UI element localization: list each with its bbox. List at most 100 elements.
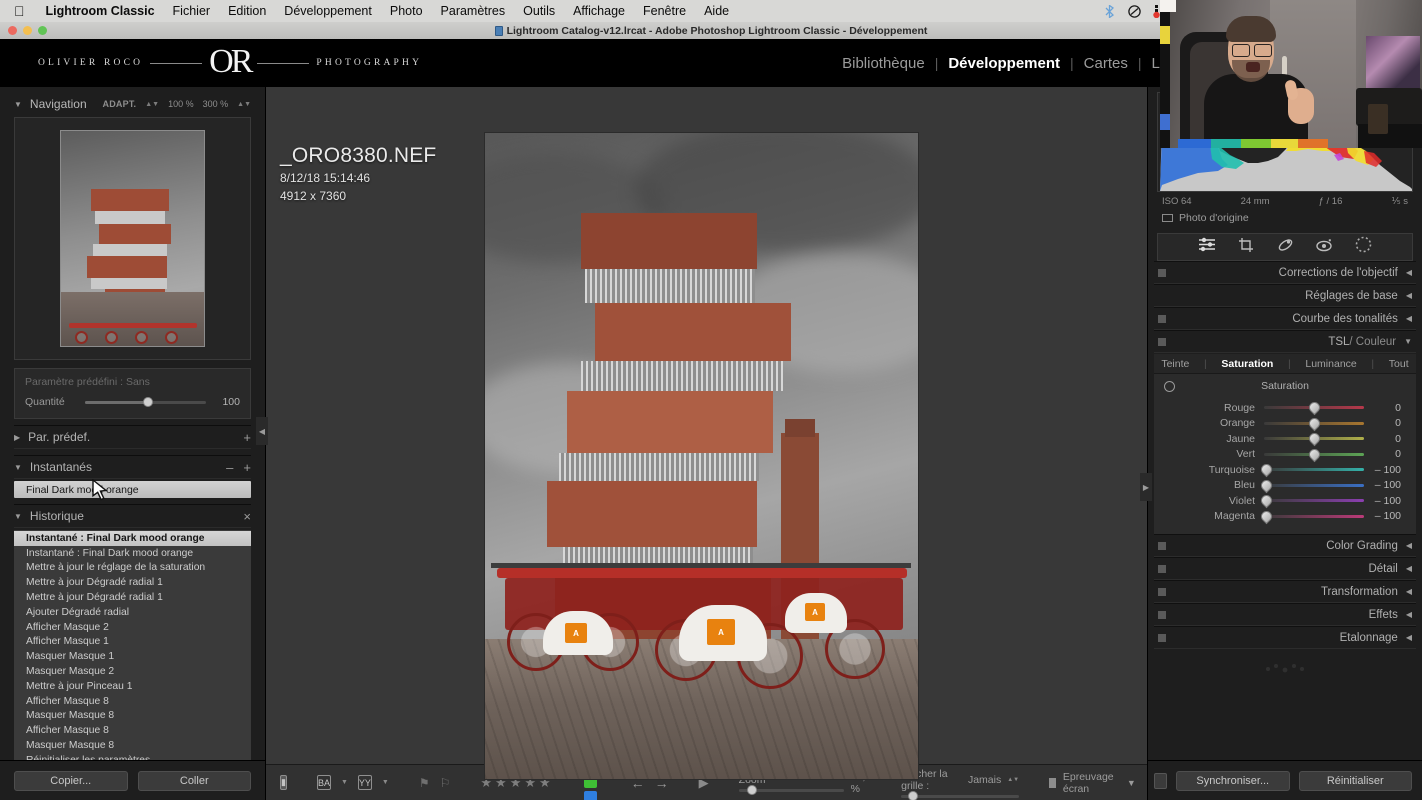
tab-teinte[interactable]: Teinte bbox=[1161, 358, 1189, 370]
module-cartes[interactable]: Cartes bbox=[1074, 55, 1138, 72]
menu-item-parametres[interactable]: Paramètres bbox=[432, 4, 515, 18]
main-photo[interactable]: A A A bbox=[485, 133, 918, 779]
amount-slider-knob[interactable] bbox=[142, 397, 153, 407]
plus-icon[interactable]: + bbox=[243, 430, 251, 445]
panel-switch[interactable] bbox=[1158, 337, 1166, 346]
snapshots-section-header[interactable]: ▼ Instantanés – + bbox=[14, 455, 251, 479]
history-row[interactable]: Masquer Masque 8 bbox=[14, 709, 251, 724]
triangle-down-icon[interactable]: ▼ bbox=[14, 100, 22, 109]
bluetooth-icon[interactable] bbox=[1102, 4, 1116, 18]
soft-proofing-checkbox[interactable] bbox=[1049, 777, 1056, 788]
panel-switch[interactable] bbox=[1158, 268, 1166, 277]
triangle-left-icon[interactable]: ◀ bbox=[1406, 291, 1412, 300]
soft-proofing-control[interactable]: Epreuvage écran bbox=[1049, 771, 1117, 795]
dropbox-icon[interactable] bbox=[1127, 4, 1141, 18]
color-label-blue[interactable] bbox=[583, 790, 597, 800]
triangle-left-icon[interactable]: ◀ bbox=[1406, 268, 1412, 277]
presets-section-header[interactable]: ▶ Par. prédef. + bbox=[14, 425, 251, 449]
tab-tout[interactable]: Tout bbox=[1389, 358, 1409, 370]
history-row[interactable]: Réinitialiser les paramètres bbox=[14, 753, 251, 760]
reset-button[interactable]: Réinitialiser bbox=[1298, 770, 1412, 791]
navigator-fit-stepper-icon[interactable]: ▲▼ bbox=[145, 101, 159, 108]
compare-chevron-icon[interactable]: ▼ bbox=[341, 779, 348, 786]
panel-header-transform[interactable]: Transformation ◀ bbox=[1154, 580, 1416, 603]
right-panel-toggle[interactable]: ▶ bbox=[1140, 473, 1152, 501]
flag-reject-icon[interactable]: ⚐ bbox=[440, 776, 451, 790]
history-row[interactable]: Afficher Masque 2 bbox=[14, 620, 251, 635]
navigator-zoom-100[interactable]: 100 % bbox=[168, 99, 194, 109]
zoom-slider-knob[interactable] bbox=[747, 785, 758, 795]
panel-header-tone-curve[interactable]: Courbe des tonalités ◀ bbox=[1154, 307, 1416, 330]
panel-switch[interactable] bbox=[1158, 587, 1166, 596]
menu-item-fichier[interactable]: Fichier bbox=[164, 4, 220, 18]
original-photo-toggle[interactable]: Photo d'origine bbox=[1154, 207, 1416, 230]
hsl-slider-track[interactable] bbox=[1264, 399, 1364, 416]
history-row[interactable]: Afficher Masque 8 bbox=[14, 723, 251, 738]
copy-button[interactable]: Copier... bbox=[14, 770, 128, 791]
panel-switch[interactable] bbox=[1158, 541, 1166, 550]
history-row[interactable]: Mettre à jour Dégradé radial 1 bbox=[14, 590, 251, 605]
tab-saturation[interactable]: Saturation bbox=[1221, 358, 1273, 370]
hsl-slider-track[interactable] bbox=[1258, 508, 1364, 525]
survey-view-icon[interactable]: YY bbox=[357, 775, 372, 790]
panel-header-hsl-color[interactable]: TSL/ Couleur ▼ bbox=[1154, 330, 1416, 353]
image-canvas[interactable]: _ORO8380.NEF 8/12/18 15:14:46 4912 x 736… bbox=[256, 87, 1147, 779]
navigator-zoom-300[interactable]: 300 % bbox=[203, 99, 229, 109]
left-panel-toggle[interactable]: ◀ bbox=[256, 417, 268, 445]
history-row[interactable]: Afficher Masque 1 bbox=[14, 635, 251, 650]
masking-icon[interactable] bbox=[1198, 237, 1216, 257]
menu-item-edition[interactable]: Edition bbox=[219, 4, 275, 18]
history-row[interactable]: Instantané : Final Dark mood orange bbox=[14, 531, 251, 546]
module-bibliotheque[interactable]: Bibliothèque bbox=[832, 55, 935, 72]
before-after-icon[interactable] bbox=[1162, 214, 1173, 222]
grid-slider-knob[interactable] bbox=[907, 791, 918, 800]
hsl-slider-row[interactable]: Violet – 100 bbox=[1154, 492, 1416, 509]
red-eye-icon[interactable] bbox=[1316, 238, 1333, 257]
triangle-left-icon[interactable]: ◀ bbox=[1406, 633, 1412, 642]
minus-icon[interactable]: – bbox=[226, 460, 233, 475]
loupe-view-icon[interactable]: ▮ bbox=[280, 775, 287, 790]
panel-header-color-grading[interactable]: Color Grading ◀ bbox=[1154, 534, 1416, 557]
hsl-slider-track[interactable] bbox=[1264, 446, 1364, 463]
menu-item-app[interactable]: Lightroom Classic bbox=[37, 4, 164, 18]
history-row[interactable]: Mettre à jour Dégradé radial 1 bbox=[14, 575, 251, 590]
plus-icon[interactable]: + bbox=[243, 460, 251, 475]
grid-stepper-icon[interactable]: ▲▼ bbox=[1007, 777, 1019, 783]
apple-logo-icon[interactable]:  bbox=[0, 4, 37, 18]
panel-switch[interactable] bbox=[1158, 633, 1166, 642]
panel-header-detail[interactable]: Détail ◀ bbox=[1154, 557, 1416, 580]
history-row[interactable]: Instantané : Final Dark mood orange bbox=[14, 546, 251, 561]
history-row[interactable]: Ajouter Dégradé radial bbox=[14, 605, 251, 620]
hsl-slider-track[interactable] bbox=[1258, 492, 1364, 509]
panel-header-lens-corrections[interactable]: Corrections de l'objectif ◀ bbox=[1154, 261, 1416, 284]
triangle-left-icon[interactable]: ◀ bbox=[1406, 564, 1412, 573]
hsl-slider-knob[interactable] bbox=[1306, 399, 1322, 416]
module-developpement[interactable]: Développement bbox=[938, 55, 1070, 72]
triangle-left-icon[interactable]: ◀ bbox=[1406, 314, 1412, 323]
zoom-slider-track[interactable] bbox=[738, 785, 844, 795]
hsl-slider-row[interactable]: Bleu – 100 bbox=[1154, 477, 1416, 494]
menu-item-affichage[interactable]: Affichage bbox=[564, 4, 634, 18]
snapshot-item[interactable]: Final Dark mood orange bbox=[14, 481, 251, 498]
hsl-slider-track[interactable] bbox=[1264, 415, 1364, 432]
history-row[interactable]: Mettre à jour Pinceau 1 bbox=[14, 679, 251, 694]
hsl-slider-row[interactable]: Magenta – 100 bbox=[1154, 508, 1416, 525]
hsl-slider-row[interactable]: Rouge 0 bbox=[1154, 399, 1416, 416]
hsl-slider-row[interactable]: Vert 0 bbox=[1154, 446, 1416, 463]
grid-slider-track[interactable] bbox=[901, 791, 1020, 800]
flag-pick-icon[interactable]: ⚑ bbox=[419, 776, 430, 790]
history-section-header[interactable]: ▼ Historique × bbox=[14, 504, 251, 528]
panel-header-basic[interactable]: Réglages de base ◀ bbox=[1154, 284, 1416, 307]
history-list[interactable]: Instantané : Final Dark mood orange Inst… bbox=[14, 530, 251, 760]
amount-slider-row[interactable]: Quantité 100 bbox=[25, 396, 240, 408]
compare-view-icon[interactable]: BA bbox=[316, 775, 331, 790]
amount-slider-track[interactable] bbox=[85, 397, 206, 407]
menu-item-fenetre[interactable]: Fenêtre bbox=[634, 4, 695, 18]
panel-header-calibration[interactable]: Etalonnage ◀ bbox=[1154, 626, 1416, 649]
hsl-slider-track[interactable] bbox=[1264, 430, 1364, 447]
history-row[interactable]: Afficher Masque 8 bbox=[14, 694, 251, 709]
tab-luminance[interactable]: Luminance bbox=[1305, 358, 1356, 370]
history-row[interactable]: Masquer Masque 8 bbox=[14, 738, 251, 753]
chevron-down-icon[interactable]: ▼ bbox=[1127, 778, 1136, 788]
identity-plate[interactable]: OLIVIER ROCO OR PHOTOGRAPHY bbox=[0, 45, 422, 80]
